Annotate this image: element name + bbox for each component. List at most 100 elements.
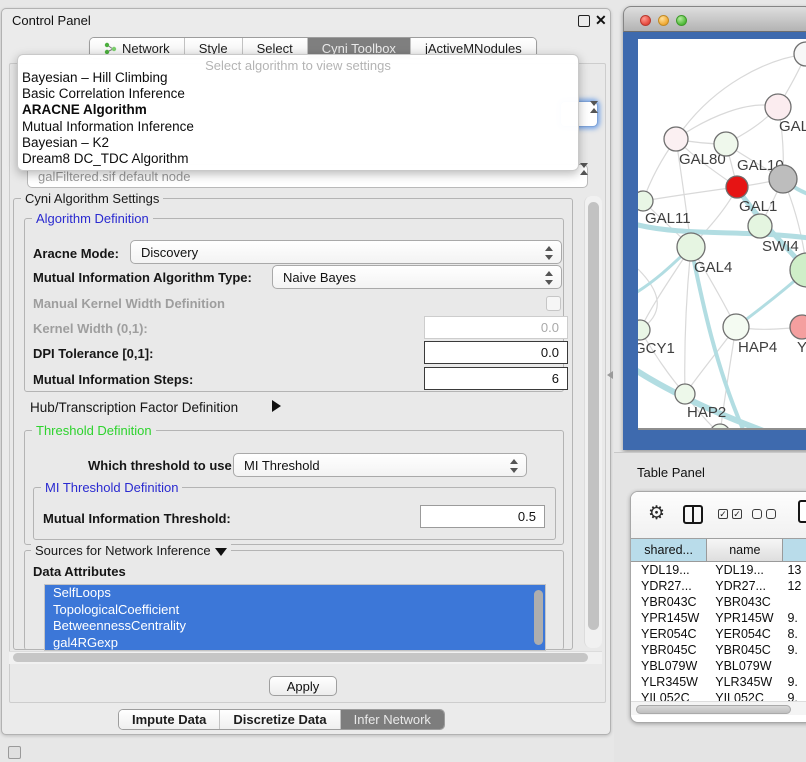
network-node-gal11[interactable] <box>638 191 653 211</box>
table-row[interactable]: YLR345WYLR345W9. <box>631 674 806 690</box>
tab-infer-network[interactable]: Infer Network <box>341 710 444 729</box>
network-node-label: HAP4 <box>738 339 777 356</box>
dpi-tolerance-field[interactable]: 0.0 <box>424 341 568 364</box>
select-all-checkbox-icon[interactable]: ✓ <box>732 509 742 519</box>
mi-steps-field[interactable]: 6 <box>424 367 568 390</box>
table-cell: YBR045C <box>707 642 783 658</box>
network-node-label: GAL4 <box>694 259 732 276</box>
table-row[interactable]: YPR145WYPR145W9. <box>631 610 806 626</box>
aracne-mode-label: Aracne Mode: <box>33 246 119 261</box>
table-cell <box>783 658 806 674</box>
mi-threshold-label: Mutual Information Threshold: <box>43 511 231 526</box>
network-node-label: GCY1 <box>638 340 675 357</box>
network-node-label: GAL1 <box>739 198 777 215</box>
expander-arrow-icon[interactable] <box>272 400 281 412</box>
close-panel-icon[interactable]: ✕ <box>595 12 607 29</box>
close-window-icon[interactable] <box>640 15 651 26</box>
network-node-hap2[interactable] <box>675 384 695 404</box>
network-canvas[interactable]: GALGAL80GAL10GAL1SWI4GAL11GAL4GCY1HAP4YH… <box>638 39 806 430</box>
table-toolbar: ⚙ ✓ ✓ <box>631 492 806 538</box>
column-header-shared-name[interactable]: shared... <box>631 539 707 561</box>
manual-kernel-width-checkbox[interactable] <box>546 296 561 311</box>
table-panel-section: Table Panel ⚙ ✓ ✓ shared... name YDL19..… <box>614 452 806 762</box>
kernel-width-label: Kernel Width (0,1): <box>33 321 148 336</box>
kernel-width-field[interactable]: 0.0 <box>424 316 568 339</box>
table-cell: YDL19... <box>707 562 783 578</box>
aracne-mode-combo[interactable]: Discovery <box>130 240 562 264</box>
which-threshold-combo[interactable]: MI Threshold <box>233 453 527 477</box>
cyni-bottom-tabbar: Impute Data Discretize Data Infer Networ… <box>118 709 445 730</box>
minimize-window-icon[interactable] <box>658 15 669 26</box>
settings-vertical-scrollbar-thumb[interactable] <box>588 202 599 630</box>
algorithm-popup-item[interactable]: Dream8 DC_TDC Algorithm <box>18 151 578 167</box>
data-attribute-item[interactable]: BetweennessCentrality <box>45 618 545 635</box>
combo-spinner-icon <box>510 458 519 474</box>
table-horizontal-scrollbar-thumb[interactable] <box>636 705 791 714</box>
tab-impute-data[interactable]: Impute Data <box>119 710 220 729</box>
table-row[interactable]: YBR043CYBR043C <box>631 594 806 610</box>
algorithm-popup-item[interactable]: Mutual Information Inference <box>18 119 578 135</box>
deselect-all-checkbox-icon[interactable] <box>752 509 762 519</box>
table-cell: YBR043C <box>707 594 783 610</box>
network-node[interactable] <box>769 165 797 193</box>
network-node-swi4[interactable] <box>748 214 772 238</box>
network-edge[interactable] <box>643 187 737 201</box>
network-window-titlebar[interactable] <box>623 6 806 32</box>
table-row[interactable]: YBR045CYBR045C9. <box>631 642 806 658</box>
tab-discretize-data[interactable]: Discretize Data <box>220 710 340 729</box>
mi-threshold-field[interactable]: 0.5 <box>420 505 545 528</box>
collapsed-panel-icon[interactable] <box>8 746 21 759</box>
manual-kernel-width-label: Manual Kernel Width Definition <box>33 296 225 311</box>
network-node-label: GAL <box>779 118 806 135</box>
algorithm-popup-item[interactable]: Basic Correlation Inference <box>18 86 578 102</box>
data-attribute-item[interactable]: SelfLoops <box>45 585 545 602</box>
apply-button[interactable]: Apply <box>269 676 337 696</box>
network-node-hap4[interactable] <box>723 314 749 340</box>
columns-icon[interactable] <box>683 505 703 524</box>
splitter-collapse-icon[interactable] <box>607 371 613 379</box>
network-node-gal1[interactable] <box>726 176 748 198</box>
column-header-name[interactable]: name <box>707 539 783 561</box>
combo-spinner-icon <box>545 270 554 286</box>
table-row[interactable]: YDL19...YDL19...13 <box>631 562 806 578</box>
network-node-label: SWI4 <box>762 238 799 255</box>
mi-algorithm-type-combo[interactable]: Naive Bayes <box>272 265 562 289</box>
settings-horizontal-scrollbar-thumb[interactable] <box>13 653 588 662</box>
gear-icon[interactable]: ⚙ <box>648 502 665 525</box>
threshold-definition-title: Threshold Definition <box>32 423 156 438</box>
deselect-all-checkbox-icon[interactable] <box>766 509 776 519</box>
data-attribute-item[interactable]: gal4RGexp <box>45 635 545 652</box>
data-attribute-item[interactable]: TopologicalCoefficient <box>45 602 545 619</box>
collapse-arrow-icon[interactable] <box>215 548 227 556</box>
data-attributes-list[interactable]: SelfLoopsTopologicalCoefficientBetweenne… <box>44 584 546 651</box>
network-node-gal10[interactable] <box>714 132 738 156</box>
network-node-label: HAP2 <box>687 404 726 421</box>
algorithm-popup-item[interactable]: ARACNE Algorithm <box>18 102 578 118</box>
select-all-checkbox-icon[interactable]: ✓ <box>718 509 728 519</box>
algorithm-popup-item[interactable]: Bayesian – K2 <box>18 135 578 151</box>
table-horizontal-scrollbar[interactable] <box>631 701 806 715</box>
attributes-list-scrollbar[interactable] <box>534 590 543 645</box>
table-row[interactable]: YDR27...YDR27...12 <box>631 578 806 594</box>
table-row[interactable]: YER054CYER054C8. <box>631 626 806 642</box>
network-node[interactable] <box>710 424 730 428</box>
zoom-window-icon[interactable] <box>676 15 687 26</box>
network-node-gal[interactable] <box>765 94 791 120</box>
table-cell: YLR345W <box>707 674 783 690</box>
network-edge[interactable] <box>685 247 691 394</box>
column-header-partial[interactable] <box>783 539 806 561</box>
float-panel-icon[interactable] <box>578 15 590 27</box>
table-cell: 9. <box>783 610 806 626</box>
network-node-y[interactable] <box>790 315 806 339</box>
which-threshold-label: Which threshold to use: <box>88 458 236 473</box>
export-table-icon[interactable] <box>798 500 806 523</box>
network-node-gal80[interactable] <box>664 127 688 151</box>
algorithm-popup-list: Bayesian – Hill ClimbingBasic Correlatio… <box>18 70 578 167</box>
hub-definition-expander[interactable]: Hub/Transcription Factor Definition <box>30 400 238 415</box>
network-node[interactable] <box>794 42 806 66</box>
table-cell: YBL079W <box>631 658 707 674</box>
sources-group-title[interactable]: Sources for Network Inference <box>31 543 231 558</box>
network-node-gal4[interactable] <box>677 233 705 261</box>
algorithm-popup-prompt: Select algorithm to view settings <box>18 55 578 70</box>
table-row[interactable]: YBL079WYBL079W <box>631 658 806 674</box>
